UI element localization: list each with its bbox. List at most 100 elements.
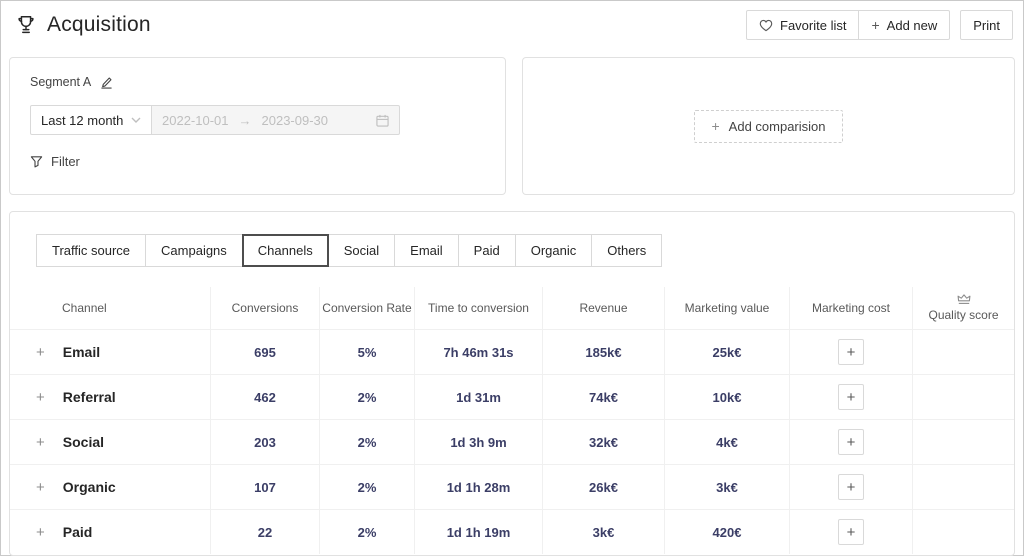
revenue-value: 74k€ [589,389,618,405]
add-comparison-label: Add comparision [728,118,826,134]
date-range-input[interactable]: 2022-10-01 → 2023-09-30 [152,105,400,135]
col-header-revenue: Revenue [542,287,664,329]
conversion-rate-value: 5% [357,344,377,360]
conversions-value: 203 [254,434,276,450]
channels-table: Channel Conversions Conversion Rate Time… [10,287,1014,554]
add-marketing-cost-button[interactable]: + [838,519,864,545]
marketing-value-value: 4k€ [716,434,738,450]
channel-name: Email [62,344,101,360]
date-start-value: 2022-10-01 [162,112,229,128]
plus-icon: + [871,17,880,33]
marketing-value-value: 10k€ [712,389,742,405]
revenue-value: 185k€ [585,344,622,360]
add-marketing-cost-button[interactable]: + [838,384,864,410]
col-header-conversions: Conversions [210,287,319,329]
tab-channels[interactable]: Channels [241,234,329,267]
marketing-value-value: 3k€ [716,479,738,495]
add-marketing-cost-button[interactable]: + [838,429,864,455]
channel-name: Organic [62,479,116,495]
revenue-value: 32k€ [589,434,618,450]
tab-organic[interactable]: Organic [514,234,593,267]
top-bar: Acquisition Favorite list + Add new Prin… [1,1,1023,49]
tab-social[interactable]: Social [327,234,396,267]
arrow-right-icon: → [238,112,252,128]
edit-pencil-icon[interactable] [100,76,113,89]
add-new-button[interactable]: + Add new [858,10,951,40]
chevron-down-icon [131,117,141,123]
add-marketing-cost-button[interactable]: + [838,474,864,500]
expand-row-icon[interactable]: + [36,435,45,450]
revenue-value: 26k€ [589,479,618,495]
date-end-value: 2023-09-30 [261,112,329,128]
crown-icon [957,294,971,305]
quality-score-cell [912,375,1014,419]
tab-campaigns[interactable]: Campaigns [145,234,243,267]
acquisition-table-panel: Traffic source Campaigns Channels Social… [9,211,1015,556]
conversions-value: 22 [257,524,273,540]
channel-name: Paid [62,524,93,540]
quality-score-cell [912,465,1014,509]
comparison-panel: + Add comparision [522,57,1015,195]
time-to-conversion-value: 7h 46m 31s [443,344,514,360]
tab-paid[interactable]: Paid [457,234,516,267]
table-header-row: Channel Conversions Conversion Rate Time… [10,287,1014,329]
calendar-icon [376,114,389,127]
conversions-value: 107 [254,479,276,495]
time-to-conversion-value: 1d 3h 9m [450,434,507,450]
add-comparison-button[interactable]: + Add comparision [694,109,843,143]
add-new-label: Add new [886,17,938,33]
expand-row-icon[interactable]: + [36,525,45,540]
col-header-time-to-conversion: Time to conversion [414,287,542,329]
period-select[interactable]: Last 12 month [30,105,152,135]
filter-label: Filter [51,154,80,169]
favorite-list-label: Favorite list [780,17,847,33]
favorite-list-button[interactable]: Favorite list [746,10,860,40]
conversion-rate-value: 2% [357,434,377,450]
time-to-conversion-value: 1d 1h 28m [446,479,511,495]
tab-traffic-source[interactable]: Traffic source [36,234,147,267]
expand-row-icon[interactable]: + [36,345,45,360]
expand-row-icon[interactable]: + [36,390,45,405]
col-header-marketing-value: Marketing value [664,287,789,329]
table-row: + Paid 22 2% 1d 1h 19m 3k€ 420€ + [10,509,1014,554]
tab-others[interactable]: Others [591,234,663,267]
table-row: + Referral 462 2% 1d 31m 74k€ 10k€ + [10,374,1014,419]
col-header-marketing-cost: Marketing cost [789,287,912,329]
print-button[interactable]: Print [960,10,1013,40]
conversions-value: 695 [254,344,276,360]
conversion-rate-value: 2% [357,479,377,495]
header-actions: Favorite list + Add new [746,10,951,40]
period-select-value: Last 12 month [41,112,124,128]
filter-funnel-icon [30,155,43,168]
filter-button[interactable]: Filter [30,154,80,169]
col-header-channel: Channel [62,301,107,315]
table-row: + Social 203 2% 1d 3h 9m 32k€ 4k€ + [10,419,1014,464]
time-to-conversion-value: 1d 1h 19m [446,524,511,540]
quality-score-cell [912,510,1014,554]
channel-tabs: Traffic source Campaigns Channels Social… [36,234,1014,267]
tab-email[interactable]: Email [394,234,459,267]
table-row: + Email 695 5% 7h 46m 31s 185k€ 25k€ + [10,329,1014,374]
marketing-value-value: 25k€ [712,344,742,360]
revenue-value: 3k€ [592,524,615,540]
trophy-icon [15,14,37,36]
channel-name: Referral [62,389,116,405]
table-row: + Organic 107 2% 1d 1h 28m 26k€ 3k€ + [10,464,1014,509]
add-marketing-cost-button[interactable]: + [838,339,864,365]
plus-icon: + [711,118,720,134]
channel-name: Social [62,434,105,450]
page-title: Acquisition [47,13,151,36]
heart-icon [759,19,773,32]
print-label: Print [973,17,1000,33]
marketing-value-value: 420€ [712,524,742,540]
segment-panel: Segment A Last 12 month 2022-10-01 → 202… [9,57,506,195]
quality-score-cell [912,330,1014,374]
col-header-quality-score: Quality score [912,287,1014,329]
expand-row-icon[interactable]: + [36,480,45,495]
filter-panels: Segment A Last 12 month 2022-10-01 → 202… [9,57,1015,195]
conversion-rate-value: 2% [357,524,377,540]
conversion-rate-value: 2% [357,389,377,405]
segment-name: Segment A [30,75,92,89]
conversions-value: 462 [254,389,276,405]
quality-score-cell [912,420,1014,464]
